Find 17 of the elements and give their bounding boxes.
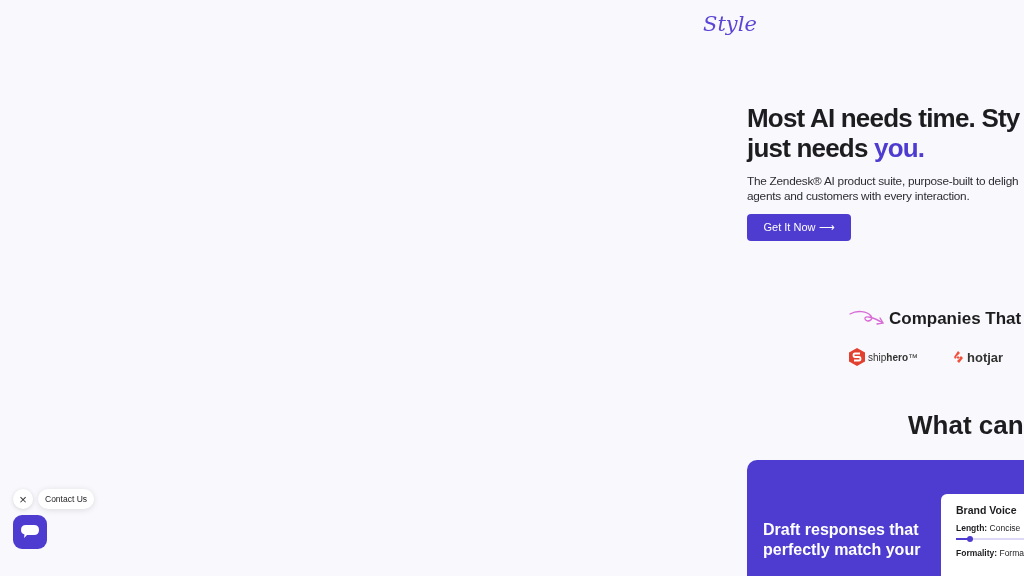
setting-label: Length: Concise [956, 523, 1021, 533]
get-it-now-button[interactable]: Get It Now ⟶ [747, 214, 851, 241]
company-logo-text: shiphero™ [868, 351, 919, 363]
panel-title: Brand Voice [956, 504, 1017, 516]
companies-heading: Companies That [889, 309, 1022, 329]
hero-subtitle: The Zendesk® AI product suite, purpose-built to deligh agents and customers with every interaction. [747, 174, 1019, 204]
section-heading: What can [908, 410, 1024, 440]
hexagon-s-icon [849, 348, 865, 366]
card-heading: Draft responses that perfectly match your [763, 520, 922, 560]
close-button[interactable]: × [13, 489, 33, 509]
chat-bubble-icon [21, 525, 39, 539]
chat-button[interactable] [13, 515, 47, 549]
logo[interactable]: Style [703, 12, 757, 42]
contact-us-bubble[interactable]: Contact Us [38, 489, 95, 509]
company-logo-text: hotjar [967, 349, 1004, 365]
hero-heading: Most AI needs time. Sty just needs you. [747, 103, 1020, 163]
setting-label: Formality: Forma [956, 548, 1024, 558]
